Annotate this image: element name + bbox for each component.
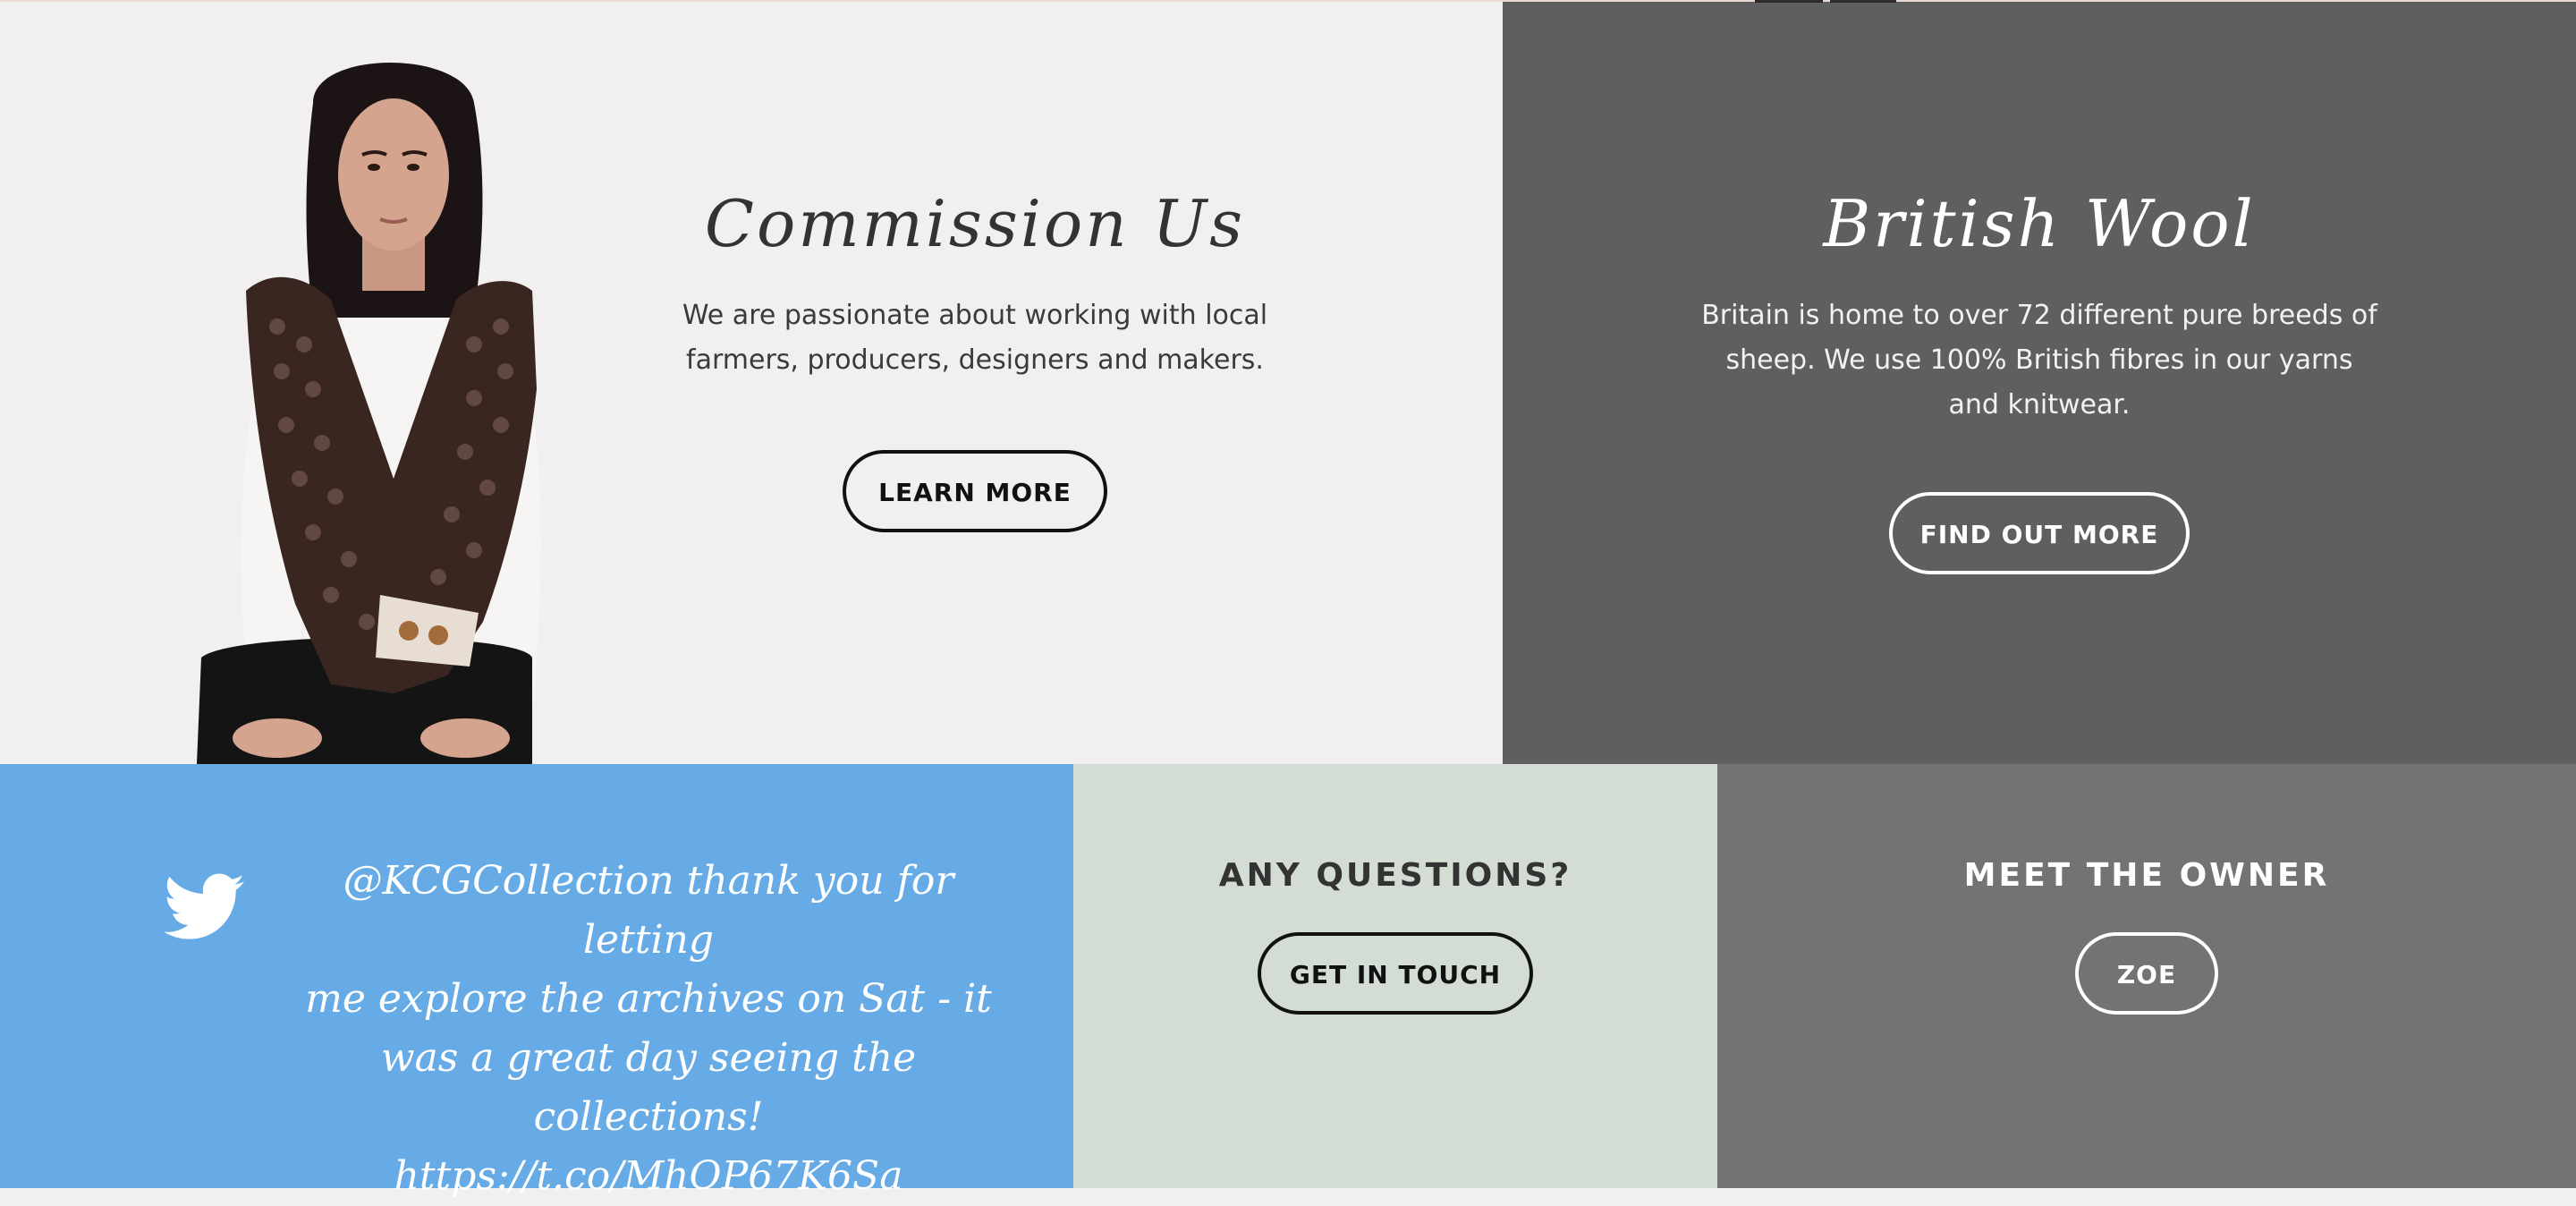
- wool-description: Britain is home to over 72 different pur…: [1701, 300, 2377, 420]
- owner-panel: MEET THE OWNER ZOE: [1717, 764, 2576, 1188]
- commission-title: Commission Us: [704, 186, 1246, 261]
- zoe-button[interactable]: ZOE: [2075, 932, 2218, 1015]
- get-in-touch-button[interactable]: GET IN TOUCH: [1258, 932, 1533, 1015]
- british-wool-panel: British Wool Britain is home to over 72 …: [1503, 0, 2576, 764]
- wool-title: British Wool: [1823, 186, 2256, 261]
- owner-heading: MEET THE OWNER: [1963, 857, 2330, 894]
- find-out-more-button[interactable]: FIND OUT MORE: [1889, 492, 2190, 574]
- commission-panel: Commission Us We are passionate about wo…: [0, 0, 1503, 764]
- questions-panel: ANY QUESTIONS? GET IN TOUCH: [1073, 764, 1717, 1188]
- tweet-line: me explore the archives on Sat - it: [305, 976, 992, 1022]
- tweet-line: @KCGCollection thank you for letting: [343, 858, 954, 963]
- model-photo: [197, 63, 541, 764]
- learn-more-button[interactable]: LEARN MORE: [843, 450, 1107, 532]
- top-tab-marker: [1755, 0, 1823, 3]
- tweet-line: was a great day seeing the collections!: [380, 1035, 917, 1140]
- commission-content: Commission Us We are passionate about wo…: [662, 179, 1288, 532]
- twitter-bird-icon[interactable]: [164, 873, 244, 941]
- tweet-link[interactable]: https://t.co/MhOP67K6Sa: [304, 1147, 993, 1206]
- top-divider: [0, 0, 2576, 2]
- questions-heading: ANY QUESTIONS?: [1218, 857, 1572, 894]
- commission-description: We are passionate about working with loc…: [682, 300, 1268, 376]
- tweet-text[interactable]: @KCGCollection thank you for letting me …: [304, 852, 993, 1206]
- wool-content: British Wool Britain is home to over 72 …: [1701, 179, 2377, 574]
- top-tab-marker: [1830, 0, 1896, 3]
